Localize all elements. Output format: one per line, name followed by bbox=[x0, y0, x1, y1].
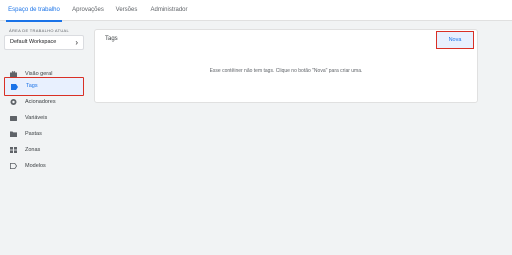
tags-card: Tags Nova Esse contêiner não tem tags. C… bbox=[94, 29, 478, 103]
workspace-caption: ÁREA DE TRABALHO ATUAL bbox=[9, 28, 70, 33]
empty-state-message: Esse contêiner não tem tags. Clique no b… bbox=[209, 68, 363, 74]
sidebar-item-label: Variáveis bbox=[25, 115, 48, 121]
variables-icon bbox=[10, 116, 17, 121]
sidebar-item-label: Zonas bbox=[25, 147, 41, 153]
workspace-selector[interactable]: Default Workspace › bbox=[4, 35, 84, 50]
tab-versions[interactable]: Versões bbox=[114, 0, 139, 21]
sidebar-item-zones[interactable]: Zonas bbox=[4, 142, 84, 158]
folder-icon bbox=[10, 131, 17, 137]
chevron-right-icon: › bbox=[75, 38, 78, 47]
tab-admin[interactable]: Administrador bbox=[148, 0, 190, 21]
zones-icon bbox=[10, 147, 17, 153]
tab-approvals[interactable]: Aprovações bbox=[71, 0, 105, 21]
card-title: Tags bbox=[105, 36, 118, 42]
workspace-name: Default Workspace bbox=[10, 39, 57, 45]
sidebar-item-variables[interactable]: Variáveis bbox=[4, 110, 84, 126]
sidebar-item-folders[interactable]: Pastas bbox=[4, 126, 84, 142]
new-tag-button[interactable]: Nova bbox=[436, 31, 474, 49]
sidebar-item-label: Pastas bbox=[25, 131, 42, 137]
sidebar-item-triggers[interactable]: Acionadores bbox=[4, 94, 84, 110]
trigger-icon bbox=[10, 99, 17, 105]
tag-icon bbox=[11, 84, 18, 90]
tab-workspace[interactable]: Espaço de trabalho bbox=[6, 0, 62, 22]
sidebar-item-label: Tags bbox=[26, 83, 38, 89]
sidebar-item-templates[interactable]: Modelos bbox=[4, 158, 84, 174]
template-icon bbox=[10, 163, 17, 169]
sidebar-item-label: Acionadores bbox=[25, 99, 56, 105]
sidebar-item-label: Modelos bbox=[25, 163, 46, 169]
top-nav-bar: Espaço de trabalho Aprovações Versões Ad… bbox=[0, 0, 512, 22]
